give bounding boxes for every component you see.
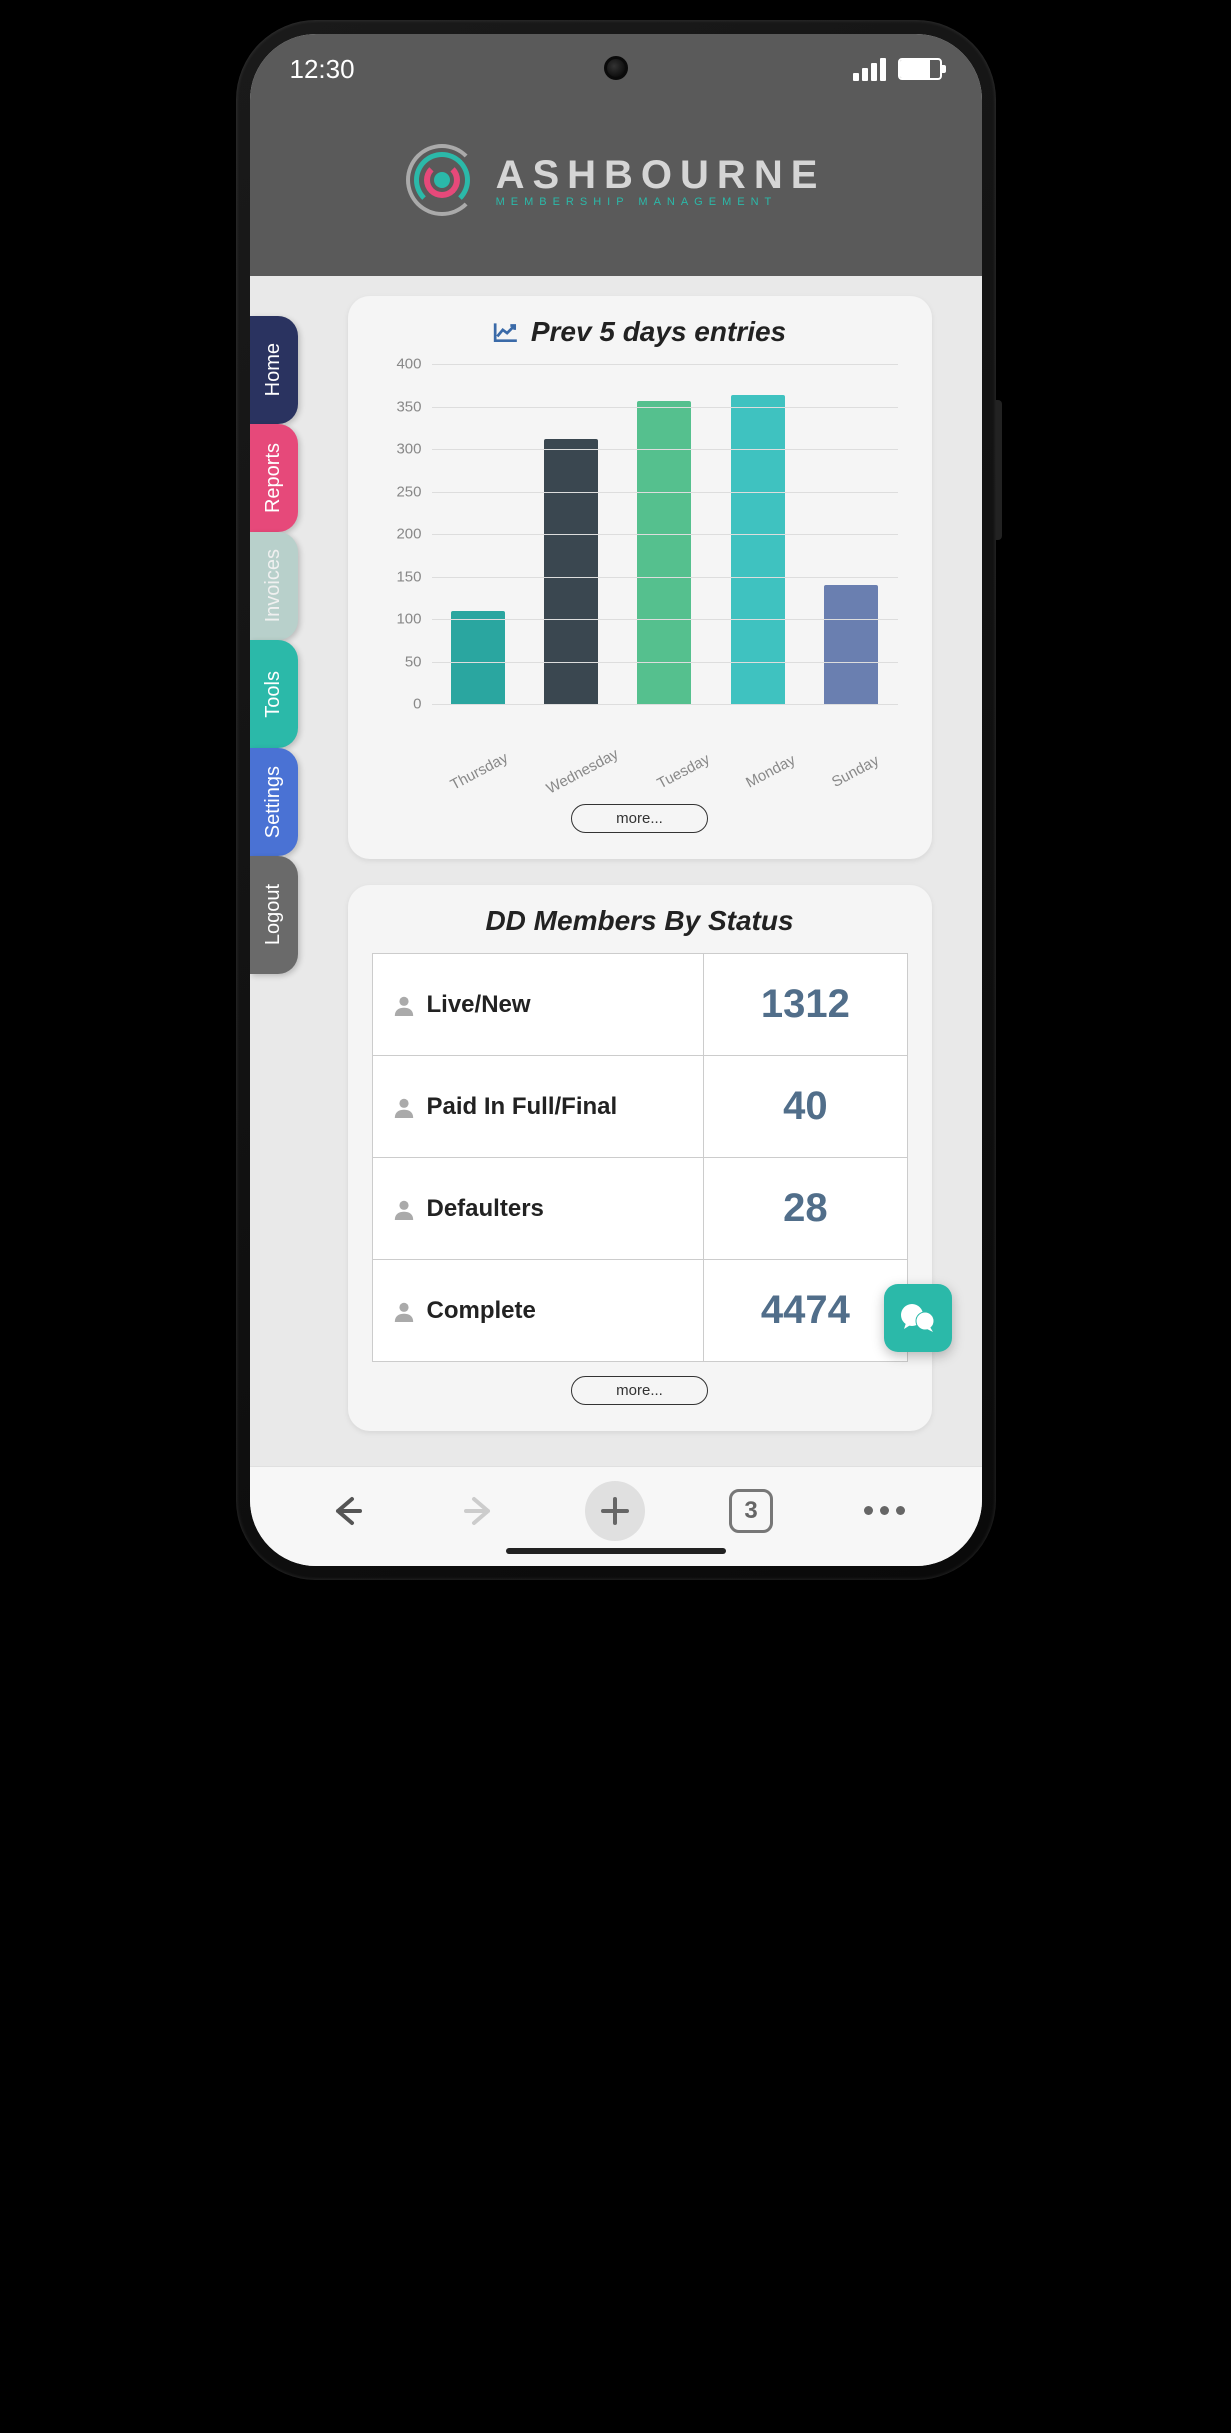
x-label: Monday xyxy=(743,751,798,791)
brand-name: ASHBOURNE xyxy=(496,153,826,198)
person-icon xyxy=(393,994,415,1016)
status-label-cell: Defaulters xyxy=(372,1158,704,1260)
home-indicator[interactable] xyxy=(506,1548,726,1554)
chart-bar[interactable] xyxy=(451,611,505,705)
browser-menu-button[interactable] xyxy=(857,1483,913,1539)
dd-status-more-button[interactable]: more... xyxy=(571,1376,708,1405)
y-tick: 150 xyxy=(396,568,421,585)
status-value: 4474 xyxy=(704,1260,907,1362)
person-icon xyxy=(393,1198,415,1220)
x-label: Wednesday xyxy=(544,745,622,797)
table-row: Complete 4474 xyxy=(372,1260,907,1362)
status-label-cell: Complete xyxy=(372,1260,704,1362)
signal-icon xyxy=(853,58,886,81)
entries-card-title: Prev 5 days entries xyxy=(372,316,908,348)
browser-tabs-button[interactable]: 3 xyxy=(723,1483,779,1539)
phone-side-button xyxy=(996,400,1002,540)
sidebar-item-label: Home xyxy=(262,343,285,396)
chart-bar[interactable] xyxy=(637,401,691,704)
status-label: Paid In Full/Final xyxy=(427,1093,618,1121)
sidebar-item-tools[interactable]: Tools xyxy=(250,640,298,748)
browser-forward-button[interactable] xyxy=(452,1483,508,1539)
dd-status-table: Live/New1312Paid In Full/Final40Defaulte… xyxy=(372,953,908,1362)
sidebar-item-reports[interactable]: Reports xyxy=(250,424,298,532)
brand-tagline: MEMBERSHIP MANAGEMENT xyxy=(496,196,826,208)
table-row: Defaulters 28 xyxy=(372,1158,907,1260)
tab-count-badge: 3 xyxy=(729,1489,773,1533)
plus-icon xyxy=(597,1493,633,1529)
y-tick: 300 xyxy=(396,441,421,458)
sidebar-item-label: Logout xyxy=(262,884,285,945)
y-tick: 100 xyxy=(396,611,421,628)
entries-bar-chart: 050100150200250300350400 ThursdayWednesd… xyxy=(382,364,898,744)
front-camera xyxy=(604,56,628,80)
app-header: ASHBOURNE MEMBERSHIP MANAGEMENT xyxy=(250,104,982,276)
logo-mark-icon xyxy=(406,144,478,216)
status-value: 1312 xyxy=(704,954,907,1056)
status-label-cell: Live/New xyxy=(372,954,704,1056)
y-tick: 200 xyxy=(396,526,421,543)
chart-bar[interactable] xyxy=(544,439,598,704)
more-horizontal-icon xyxy=(864,1506,905,1515)
entries-more-button[interactable]: more... xyxy=(571,804,708,833)
sidebar-item-home[interactable]: Home xyxy=(250,316,298,424)
table-row: Paid In Full/Final 40 xyxy=(372,1056,907,1158)
person-icon xyxy=(393,1300,415,1322)
y-tick: 350 xyxy=(396,398,421,415)
sidebar-item-label: Tools xyxy=(262,671,285,718)
sidebar-item-logout[interactable]: Logout xyxy=(250,856,298,974)
sidebar-item-label: Settings xyxy=(262,766,285,838)
dd-status-title: DD Members By Status xyxy=(372,905,908,937)
person-icon xyxy=(393,1096,415,1118)
y-tick: 400 xyxy=(396,356,421,373)
status-label: Complete xyxy=(427,1297,536,1325)
clock: 12:30 xyxy=(290,54,355,85)
line-chart-icon xyxy=(493,321,519,343)
main-scroll[interactable]: Prev 5 days entries 0 50 100 150 200 250 300 35… xyxy=(318,276,962,1466)
sidebar-item-settings[interactable]: Settings xyxy=(250,748,298,856)
browser-new-tab-button[interactable] xyxy=(585,1481,645,1541)
y-tick: 0 xyxy=(413,696,421,713)
chart-bar[interactable] xyxy=(731,395,785,704)
entries-card: Prev 5 days entries 0 50 100 150 200 250 300 35… xyxy=(348,296,932,859)
dd-status-card: DD Members By Status Live/New1312Paid In… xyxy=(348,885,932,1431)
battery-icon xyxy=(898,58,942,80)
status-value: 28 xyxy=(704,1158,907,1260)
chart-bar[interactable] xyxy=(824,585,878,704)
y-tick: 50 xyxy=(405,653,422,670)
table-row: Live/New 1312 xyxy=(372,954,907,1056)
side-tabs: Home Reports Invoices Tools Settings Log… xyxy=(250,316,298,974)
sidebar-item-label: Reports xyxy=(262,443,285,513)
status-label-cell: Paid In Full/Final xyxy=(372,1056,704,1158)
browser-back-button[interactable] xyxy=(318,1483,374,1539)
status-value: 40 xyxy=(704,1056,907,1158)
x-label: Tuesday xyxy=(654,751,712,793)
sidebar-item-label: Invoices xyxy=(262,549,285,622)
chat-bubbles-icon xyxy=(898,1298,938,1338)
status-label: Live/New xyxy=(427,991,531,1019)
phone-frame: 12:30 xyxy=(236,20,996,1580)
arrow-left-icon xyxy=(326,1491,366,1531)
arrow-right-icon xyxy=(460,1491,500,1531)
status-label: Defaulters xyxy=(427,1195,544,1223)
x-label: Thursday xyxy=(447,749,510,793)
x-label: Sunday xyxy=(829,752,882,791)
y-tick: 250 xyxy=(396,483,421,500)
brand-logo: ASHBOURNE MEMBERSHIP MANAGEMENT xyxy=(406,144,826,216)
chat-fab[interactable] xyxy=(884,1284,952,1352)
sidebar-item-invoices[interactable]: Invoices xyxy=(250,532,298,640)
